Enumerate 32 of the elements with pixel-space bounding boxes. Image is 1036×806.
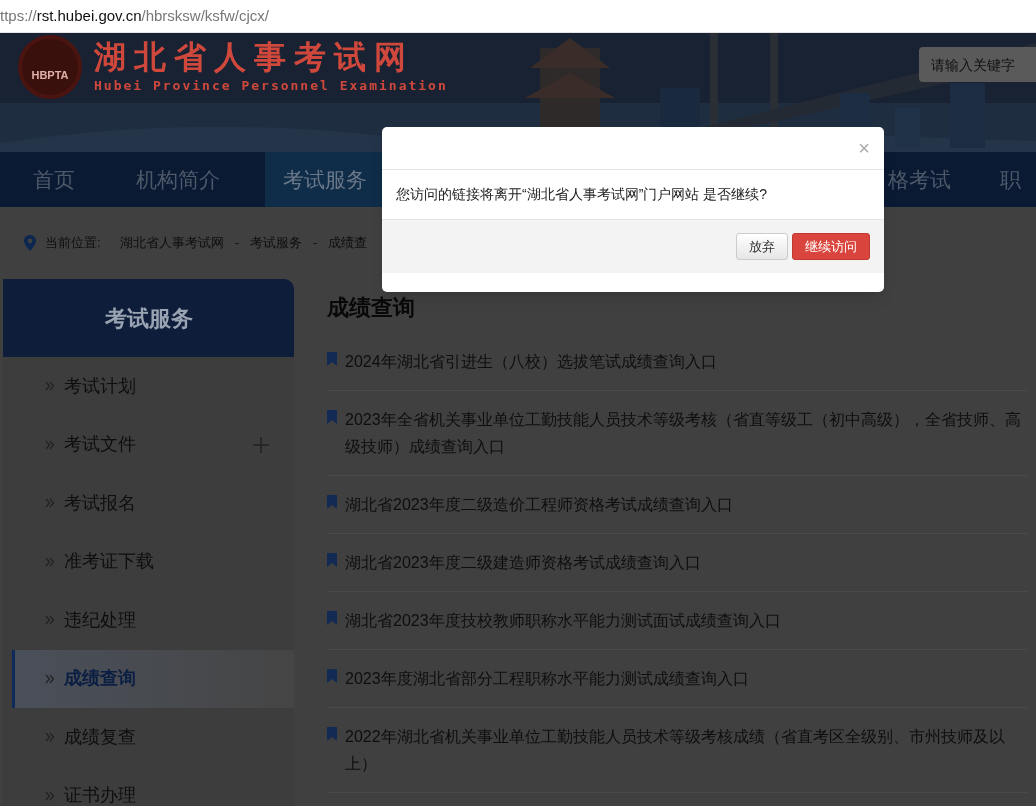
site-subtitle: Hubei Province Personnel Examination — [94, 77, 448, 96]
chevron-icon — [45, 439, 55, 450]
sidebar-header: 考试服务 — [3, 279, 294, 357]
location-icon — [24, 235, 36, 251]
plus-icon — [253, 436, 269, 453]
content-title: 成绩查询 — [327, 293, 416, 322]
continue-button[interactable]: 继续访问 — [792, 233, 870, 260]
nav-tab[interactable]: 考试服务 — [265, 152, 382, 207]
sidebar-item-label: 成绩查询 — [64, 667, 137, 691]
breadcrumb-separator: - — [312, 234, 318, 253]
dialog-message: 您访问的链接将离开“湖北省人事考试网”门户网站 是否继续? — [396, 185, 767, 204]
chevron-icon — [45, 615, 55, 626]
chevron-icon — [45, 381, 55, 392]
address-bar-url[interactable]: ttps://rst.hubei.gov.cn/hbrsksw/ksfw/cjcx/ — [0, 4, 269, 28]
chevron-icon — [45, 673, 55, 684]
chevron-icon — [45, 732, 55, 743]
cancel-button[interactable]: 放弃 — [736, 233, 788, 260]
site-title: 湖北省人事考试网 — [94, 38, 415, 77]
bookmark-icon — [327, 410, 337, 424]
close-button[interactable]: × — [858, 138, 870, 158]
bookmark-icon — [327, 611, 337, 625]
bookmark-icon — [327, 669, 337, 683]
chevron-icon — [45, 498, 55, 509]
bookmark-icon — [327, 727, 337, 741]
search-field[interactable]: 请输入关键字 — [919, 47, 1036, 82]
breadcrumb-separator: - — [234, 234, 239, 253]
bookmark-icon — [327, 553, 337, 567]
bookmark-icon — [327, 495, 337, 509]
bookmark-icon — [327, 352, 337, 366]
sidebar-item[interactable]: 成绩查询 — [12, 649, 294, 708]
chevron-icon — [45, 790, 55, 801]
chevron-icon — [45, 556, 55, 567]
